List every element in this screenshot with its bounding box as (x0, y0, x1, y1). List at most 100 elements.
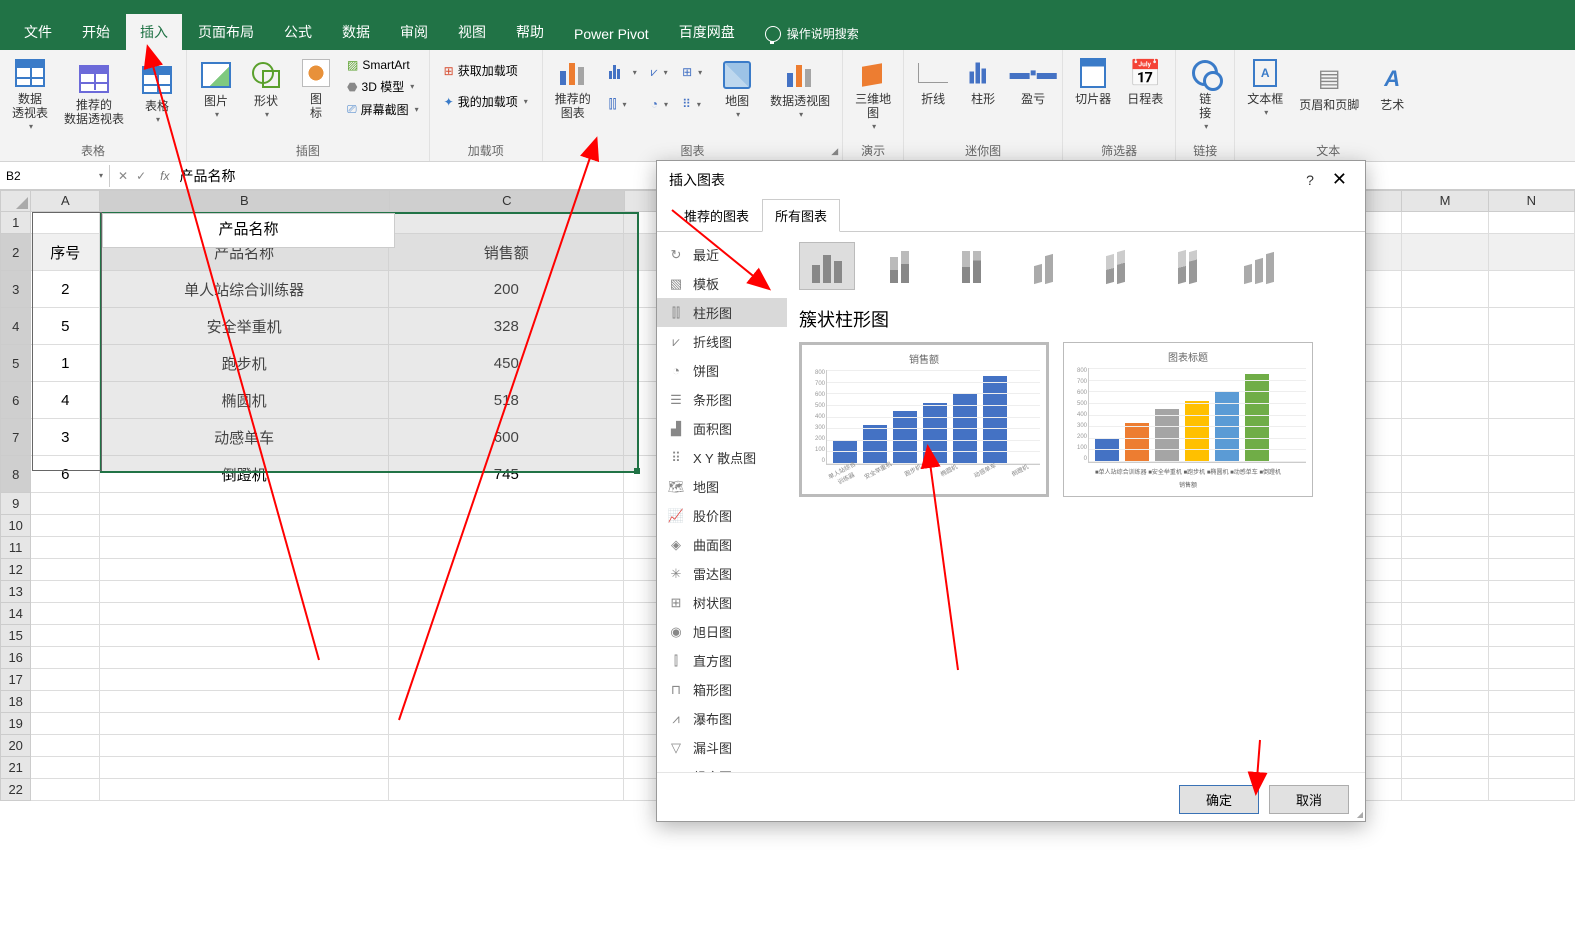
chart-type-item[interactable]: ◔饼图 (657, 356, 787, 385)
cell[interactable] (1402, 234, 1488, 271)
cell[interactable]: 745 (389, 456, 624, 493)
cell[interactable]: 倒蹬机 (100, 456, 389, 493)
chart-type-item[interactable]: ⠿X Y 散点图 (657, 443, 787, 472)
cell[interactable] (1489, 419, 1575, 456)
cell[interactable] (1402, 625, 1488, 647)
cell[interactable] (389, 757, 624, 779)
cell[interactable] (100, 559, 389, 581)
cell[interactable] (31, 647, 100, 669)
cell[interactable] (1402, 691, 1488, 713)
pivotchart-button[interactable]: 数据透视图▾ (764, 54, 836, 122)
cell[interactable] (1489, 212, 1575, 234)
subtype-3d-100stacked[interactable] (1159, 242, 1215, 290)
tab-view[interactable]: 视图 (444, 14, 500, 50)
col-header-M[interactable]: M (1402, 190, 1488, 212)
cell[interactable] (31, 625, 100, 647)
row-header[interactable]: 3 (0, 271, 31, 308)
tab-review[interactable]: 审阅 (386, 14, 442, 50)
tab-pagelayout[interactable]: 页面布局 (184, 14, 268, 50)
dialog-resizer[interactable]: ◢ (1357, 810, 1363, 819)
subtype-3d-stacked[interactable] (1087, 242, 1143, 290)
cell[interactable]: 销售额 (389, 234, 624, 271)
chart-type-item[interactable]: ◈曲面图 (657, 530, 787, 559)
charts-launcher-icon[interactable]: ◢ (831, 146, 838, 157)
cell[interactable] (1489, 669, 1575, 691)
cell[interactable] (1489, 559, 1575, 581)
row-header[interactable]: 17 (0, 669, 31, 691)
row-header[interactable]: 5 (0, 345, 31, 382)
row-header[interactable]: 1 (0, 212, 31, 234)
cell[interactable] (389, 515, 624, 537)
cell[interactable] (1489, 757, 1575, 779)
recommended-pivot-button[interactable]: 推荐的 数据透视表 (58, 54, 130, 133)
cell[interactable] (1489, 713, 1575, 735)
subtype-3d-column[interactable] (1231, 242, 1287, 290)
cell[interactable] (1489, 308, 1575, 345)
chart-type-item[interactable]: ◉旭日图 (657, 617, 787, 646)
cell[interactable] (1402, 212, 1488, 234)
row-header[interactable]: 18 (0, 691, 31, 713)
cell[interactable] (389, 212, 624, 234)
enter-icon[interactable]: ✓ (136, 169, 146, 183)
row-header[interactable]: 6 (0, 382, 31, 419)
chart-preview-2[interactable]: 图表标题 8007006005004003002001000 ■单人站综合训练器… (1063, 342, 1313, 497)
cell[interactable] (1489, 382, 1575, 419)
my-addins-button[interactable]: ✦我的加载项▾ (440, 91, 532, 112)
chart-type-item[interactable]: ⊞树状图 (657, 588, 787, 617)
cell[interactable] (1489, 581, 1575, 603)
cell[interactable] (31, 713, 100, 735)
chart-type-item[interactable]: ⩗折线图 (657, 327, 787, 356)
select-all-corner[interactable] (0, 190, 31, 212)
cell[interactable] (1489, 234, 1575, 271)
tab-recommended-charts[interactable]: 推荐的图表 (671, 199, 762, 232)
chart-type-item[interactable]: ⫿直方图 (657, 646, 787, 675)
chart-type-item[interactable]: ▧模板 (657, 269, 787, 298)
row-header[interactable]: 9 (0, 493, 31, 515)
cell[interactable] (100, 537, 389, 559)
chart-type-item[interactable]: ⩘瀑布图 (657, 704, 787, 733)
cell[interactable] (1402, 537, 1488, 559)
cell[interactable] (1402, 581, 1488, 603)
subtype-clustered-column[interactable] (799, 242, 855, 290)
tell-me-search[interactable]: 操作说明搜索 (751, 17, 873, 50)
dialog-help-button[interactable]: ? (1306, 172, 1314, 188)
cell[interactable] (31, 735, 100, 757)
cell[interactable] (31, 581, 100, 603)
chart-type-item[interactable]: 📈股价图 (657, 501, 787, 530)
cell[interactable] (31, 603, 100, 625)
row-header[interactable]: 13 (0, 581, 31, 603)
pie-chart-dd[interactable]: ◔▾ (647, 90, 672, 118)
cell[interactable] (1402, 559, 1488, 581)
cell[interactable] (100, 735, 389, 757)
recommended-charts-button[interactable]: 推荐的 图表 (549, 54, 597, 122)
cell[interactable] (1489, 345, 1575, 382)
column-chart-dd[interactable]: ▾ (605, 58, 641, 86)
tab-data[interactable]: 数据 (328, 14, 384, 50)
col-header-A[interactable]: A (31, 190, 100, 212)
cell[interactable] (100, 713, 389, 735)
row-header[interactable]: 7 (0, 419, 31, 456)
cell[interactable]: 600 (389, 419, 624, 456)
cell[interactable] (100, 757, 389, 779)
cell[interactable] (389, 537, 624, 559)
cell[interactable] (1402, 493, 1488, 515)
cell[interactable] (1489, 735, 1575, 757)
cell[interactable] (389, 691, 624, 713)
cell[interactable] (389, 559, 624, 581)
tab-powerpivot[interactable]: Power Pivot (560, 18, 663, 50)
chart-type-item[interactable]: ☰条形图 (657, 385, 787, 414)
pictures-button[interactable]: 图片▾ (193, 54, 239, 122)
cell[interactable] (1402, 779, 1488, 801)
ok-button[interactable]: 确定 (1179, 785, 1259, 814)
cell[interactable] (31, 691, 100, 713)
sparkline-column-button[interactable]: 柱形 (960, 54, 1006, 108)
cell[interactable] (1402, 757, 1488, 779)
col-header-N[interactable]: N (1489, 190, 1575, 212)
smartart-button[interactable]: ▨SmartArt (343, 56, 423, 74)
fx-icon[interactable]: fx (154, 169, 175, 183)
col-header-B[interactable]: B (100, 190, 389, 212)
cell[interactable] (100, 625, 389, 647)
row-header[interactable]: 14 (0, 603, 31, 625)
screenshot-button[interactable]: ⎚屏幕截图▾ (343, 99, 423, 120)
chart-preview-1[interactable]: 销售额 8007006005004003002001000 单人站综合训练器安全… (799, 342, 1049, 497)
